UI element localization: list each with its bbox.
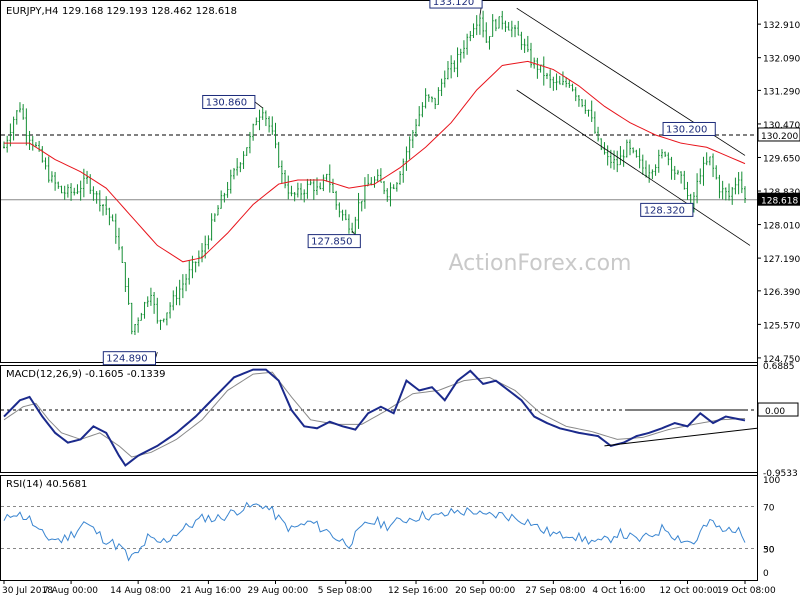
pane-frame: [0, 365, 758, 473]
level-axis-label: 130.200: [761, 132, 798, 142]
price-annotation: 128.320: [640, 202, 694, 217]
pane-frames: [0, 0, 758, 581]
pane-frame: [0, 475, 758, 581]
price-annotation: 124.890: [102, 351, 158, 366]
annotation-label: 130.200: [666, 124, 707, 135]
x-tick-label: 19 Oct 08:00: [717, 586, 776, 596]
x-tick-label: 14 Aug 08:00: [110, 586, 171, 596]
ohlc-readout: 129.168 129.193 128.462 128.618: [62, 6, 237, 17]
rsi-tick-label: 30: [763, 546, 775, 556]
x-tick-label: 5 Sep 08:00: [318, 586, 373, 596]
price-tick-label: 125.570: [763, 321, 800, 331]
rsi-tick-label: 0: [763, 569, 769, 579]
rsi-title: RSI(14) 40.5681: [6, 479, 87, 490]
x-tick-label: 12 Oct 00:00: [660, 586, 719, 596]
price-tick-label: 132.090: [763, 55, 800, 65]
macd-last-value: 0.00: [765, 407, 785, 417]
x-tick-label: 20 Sep 00:00: [455, 586, 515, 596]
annotation-label: 130.860: [206, 97, 247, 108]
price-annotation: 130.860: [202, 94, 263, 109]
last-price-label: 128.618: [761, 197, 798, 207]
x-axis: 30 Jul 20187 Aug 00:00 14 Aug 08:00 21 Aug…: [2, 580, 776, 596]
x-tick-label: 12 Sep 16:00: [388, 586, 448, 596]
price-annotation: 130.200: [662, 121, 716, 136]
x-tick-label: 4 Oct 16:00: [592, 586, 645, 596]
price-tick-label: 128.010: [763, 222, 800, 232]
price-tick-label: 127.190: [763, 255, 800, 265]
watermark: ActionForex.com: [449, 251, 632, 276]
x-tick-label: 29 Aug 00:00: [247, 586, 308, 596]
chart-root: 132.910132.090131.290130.470129.650128.8…: [0, 0, 800, 600]
macd-title: MACD(12,26,9) -0.1605 -0.1339: [6, 369, 166, 380]
rsi-tick-label: 70: [763, 504, 775, 514]
price-tick-label: 132.910: [763, 21, 800, 31]
macd-tick-label: 0.6885: [763, 362, 795, 372]
annotation-label: 128.320: [644, 205, 685, 216]
x-tick-label: 7 Aug 00:00: [43, 586, 98, 596]
x-tick-label: 27 Sep 08:00: [525, 586, 585, 596]
annotation-label: 133.120: [433, 0, 474, 8]
rsi-tick-label: 100: [763, 476, 780, 486]
symbol-timeframe-label: EURJPY,H4: [6, 6, 59, 17]
chart-svg: 132.910132.090131.290130.470129.650128.8…: [0, 0, 800, 596]
price-tick-label: 129.650: [763, 154, 800, 164]
x-tick-label: 21 Aug 16:00: [180, 586, 241, 596]
annotation-label: 124.890: [106, 354, 147, 365]
annotation-label: 127.850: [311, 237, 352, 248]
price-tick-label: 131.290: [763, 87, 800, 97]
price-tick-label: 126.390: [763, 288, 800, 298]
